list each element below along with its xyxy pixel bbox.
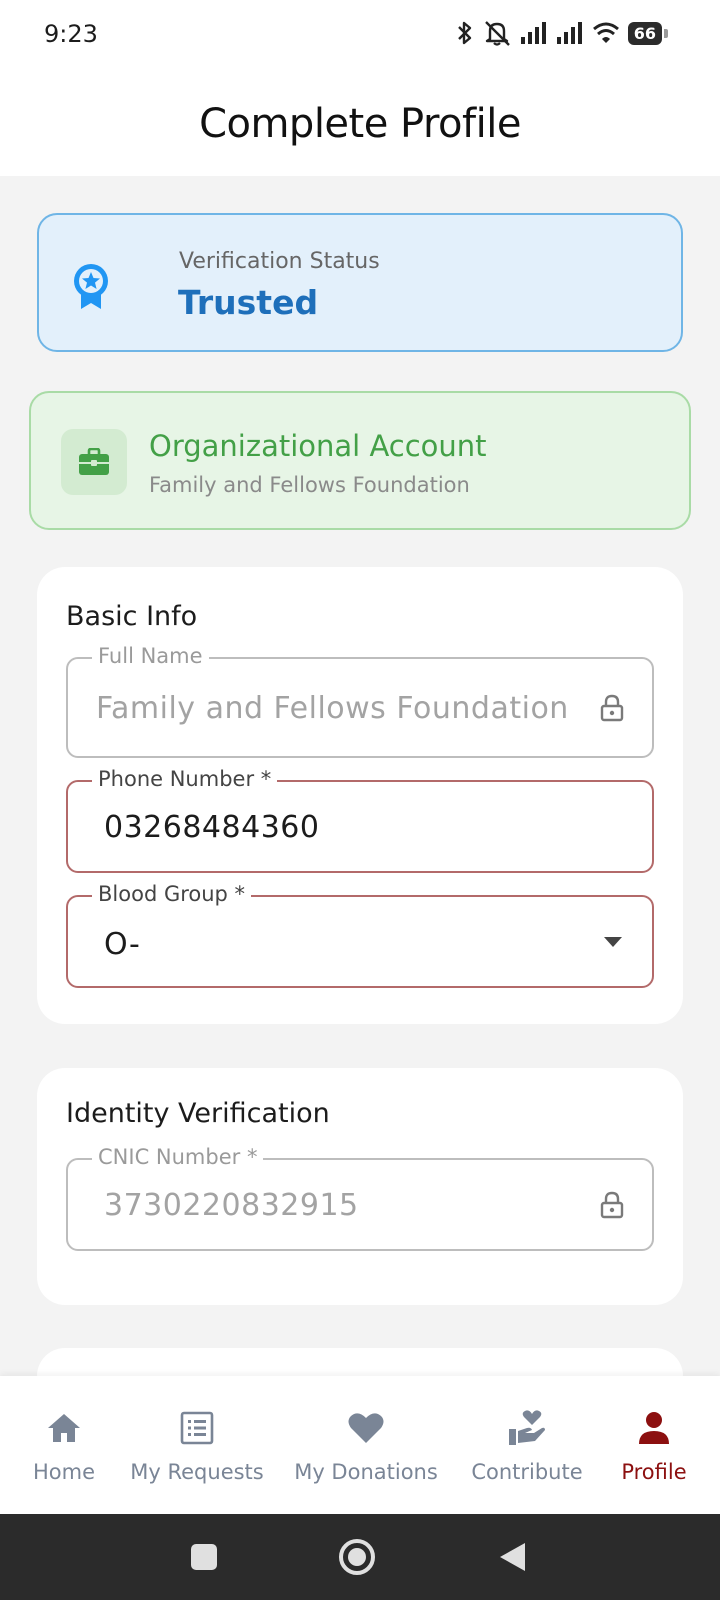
battery-icon: 66 [627, 21, 669, 45]
recents-icon [191, 1544, 217, 1570]
home-circle-icon [339, 1539, 375, 1575]
nav-item-my-donations[interactable]: My Donations [286, 1376, 446, 1514]
lock-icon [600, 1191, 624, 1219]
basic-info-card: Basic Info Full Name Family and Fellows … [37, 567, 683, 1024]
basic-info-title: Basic Info [66, 601, 198, 632]
chevron-down-icon[interactable] [602, 935, 624, 949]
award-badge-icon [74, 264, 108, 309]
back-button[interactable] [494, 1514, 530, 1600]
lock-icon [600, 694, 624, 722]
wifi-icon [592, 22, 619, 43]
cnic-number-label: CNIC Number * [92, 1145, 264, 1169]
list-icon [180, 1411, 214, 1445]
verification-status-card: Verification Status Trusted [37, 213, 683, 352]
status-bar: 9:23 66 [0, 0, 720, 72]
full-name-label: Full Name [92, 644, 209, 668]
full-name-field[interactable]: Full Name Family and Fellows Foundation [66, 644, 654, 758]
nav-item-my-requests[interactable]: My Requests [124, 1376, 270, 1514]
nav-label-home: Home [32, 1460, 95, 1484]
verification-status-label: Verification Status [179, 249, 380, 274]
recents-button[interactable] [184, 1514, 224, 1600]
signal-icon [520, 22, 546, 44]
signal-icon [556, 22, 582, 44]
verification-status-value: Trusted [178, 283, 319, 322]
phone-number-field[interactable]: Phone Number * 03268484360 [66, 767, 654, 873]
nav-item-contribute[interactable]: Contribute [462, 1376, 592, 1514]
phone-number-value[interactable]: 03268484360 [104, 810, 319, 845]
identity-verification-card: Identity Verification CNIC Number * 3730… [37, 1068, 683, 1305]
mute-icon [484, 21, 510, 46]
page-title: Complete Profile [199, 101, 521, 147]
bluetooth-icon [457, 21, 471, 45]
nav-label-contribute: Contribute [471, 1460, 583, 1484]
heart-icon [348, 1413, 384, 1443]
system-navigation-bar [0, 1514, 720, 1600]
nav-item-profile[interactable]: Profile [600, 1376, 708, 1514]
hand-heart-icon [509, 1410, 545, 1445]
home-button[interactable] [336, 1514, 378, 1600]
blood-group-label: Blood Group * [92, 882, 252, 906]
bottom-navigation: Home My Requests My Donations Contribute… [0, 1376, 720, 1514]
back-triangle-icon [500, 1543, 525, 1571]
organization-name: Family and Fellows Foundation [149, 473, 470, 497]
blood-group-select[interactable]: Blood Group * O- [66, 882, 654, 988]
full-name-value: Family and Fellows Foundation [96, 691, 569, 726]
home-icon [48, 1414, 80, 1442]
identity-verification-title: Identity Verification [66, 1098, 330, 1129]
cnic-number-value: 3730220832915 [104, 1188, 359, 1223]
nav-item-home[interactable]: Home [4, 1376, 124, 1514]
app-bar: Complete Profile [0, 72, 720, 176]
organizational-account-title: Organizational Account [149, 429, 487, 463]
phone-number-label: Phone Number * [92, 767, 278, 791]
briefcase-icon [79, 448, 109, 475]
person-icon [639, 1412, 669, 1444]
org-icon-container [61, 429, 127, 495]
cnic-number-field[interactable]: CNIC Number * 3730220832915 [66, 1145, 654, 1251]
nav-label-profile: Profile [621, 1460, 687, 1484]
blood-group-value: O- [104, 927, 141, 962]
nav-label-my-requests: My Requests [130, 1460, 264, 1484]
status-icons: 66 [456, 20, 669, 46]
status-time: 9:23 [44, 20, 98, 48]
nav-label-my-donations: My Donations [294, 1460, 438, 1484]
organizational-account-card: Organizational Account Family and Fellow… [29, 391, 691, 530]
